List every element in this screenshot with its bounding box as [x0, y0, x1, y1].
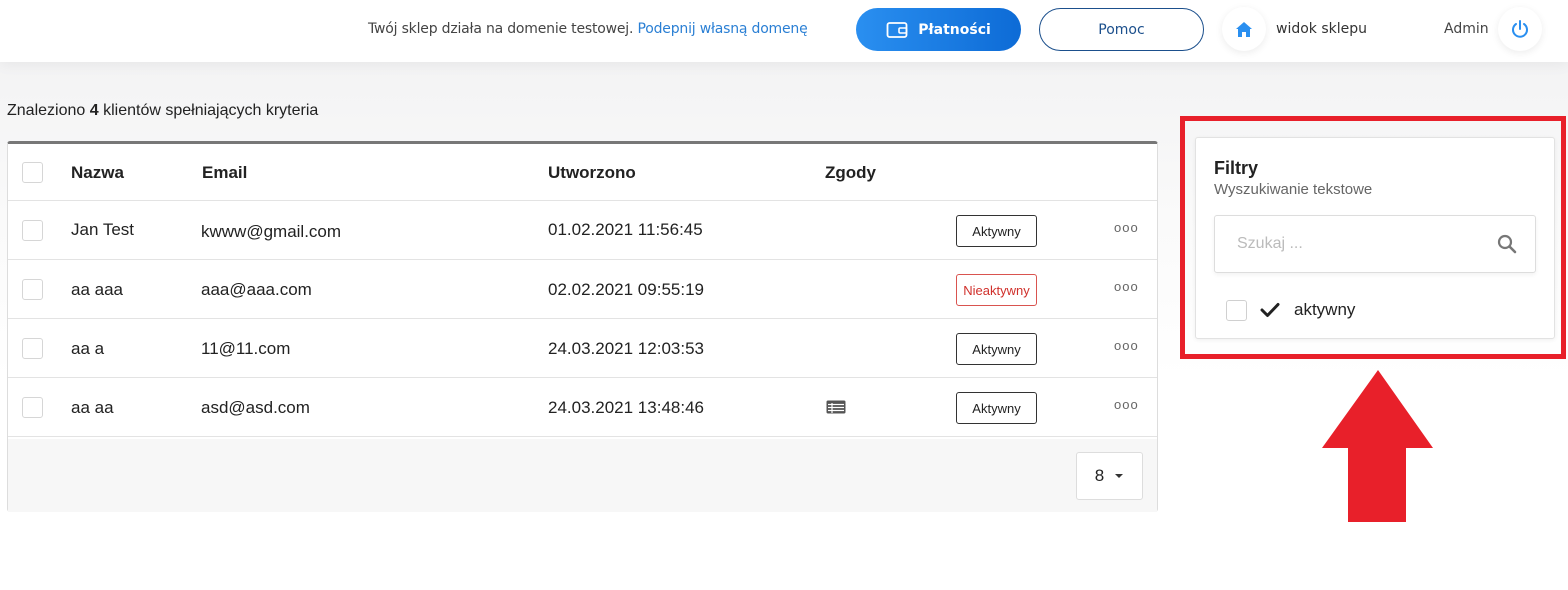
header-email[interactable]: Email	[202, 163, 247, 183]
client-created: 24.03.2021 13:48:46	[548, 398, 704, 417]
client-email: 11@11.com	[201, 339, 291, 358]
filter-active-label: aktywny	[1294, 300, 1356, 319]
row-menu-button[interactable]: ooo	[1114, 397, 1139, 412]
status-badge: Nieaktywny	[956, 274, 1037, 306]
filter-active-checkbox[interactable]	[1226, 299, 1247, 321]
results-number: 4	[89, 102, 99, 119]
filters-subtitle: Wyszukiwanie tekstowe	[1214, 181, 1373, 198]
clients-table: Nazwa Email Utworzono Zgody Jan Test kww…	[7, 141, 1158, 512]
consent-list-icon[interactable]	[826, 400, 846, 414]
domain-notice-text: Twój sklep działa na domenie testowej.	[368, 21, 634, 37]
power-icon	[1512, 20, 1528, 38]
results-count: Znaleziono 4 klientów spełniających kryt…	[7, 102, 318, 120]
status-badge: Aktywny	[956, 215, 1037, 247]
admin-label: Admin	[1444, 21, 1489, 37]
check-icon	[1260, 303, 1280, 317]
table-row[interactable]: aa a 11@11.com 24.03.2021 12:03:53 Aktyw…	[8, 319, 1157, 378]
filters-panel: Filtry Wyszukiwanie tekstowe aktywny	[1195, 137, 1555, 339]
row-menu-button[interactable]: ooo	[1114, 338, 1139, 353]
top-bar: Twój sklep działa na domenie testowej. P…	[0, 0, 1568, 62]
row-checkbox[interactable]	[22, 220, 43, 241]
header-consents[interactable]: Zgody	[825, 163, 876, 183]
caret-down-icon	[1115, 474, 1124, 478]
results-suffix: klientów spełniających kryteria	[103, 102, 319, 119]
up-arrow-annotation	[1322, 370, 1433, 522]
table-row[interactable]: aa aa asd@asd.com 24.03.2021 13:48:46 Ak…	[8, 378, 1157, 437]
header-name[interactable]: Nazwa	[71, 163, 124, 183]
search-icon[interactable]	[1497, 234, 1517, 254]
row-checkbox[interactable]	[22, 338, 43, 359]
client-email: asd@asd.com	[201, 398, 310, 417]
domain-notice: Twój sklep działa na domenie testowej. P…	[368, 21, 808, 37]
client-name: aa a	[71, 339, 105, 358]
client-email: aaa@aaa.com	[201, 280, 312, 299]
payments-button[interactable]: Płatności	[856, 8, 1021, 51]
client-name: Jan Test	[71, 220, 135, 239]
client-created: 02.02.2021 09:55:19	[548, 280, 704, 299]
select-all-checkbox[interactable]	[22, 162, 43, 183]
results-prefix: Znaleziono	[7, 102, 86, 119]
client-created: 01.02.2021 11:56:45	[548, 220, 703, 239]
shop-view-button[interactable]	[1222, 7, 1266, 51]
row-checkbox[interactable]	[22, 279, 43, 300]
table-row[interactable]: Jan Test kwww@gmail.com 01.02.2021 11:56…	[8, 201, 1157, 260]
connect-domain-link[interactable]: Podepnij własną domenę	[638, 21, 808, 37]
client-created: 24.03.2021 12:03:53	[548, 339, 704, 358]
search-input[interactable]	[1215, 216, 1485, 272]
table-footer: 8	[8, 439, 1157, 512]
row-menu-button[interactable]: ooo	[1114, 279, 1139, 294]
row-menu-button[interactable]: ooo	[1114, 220, 1139, 235]
shop-view-link[interactable]: widok sklepu	[1276, 21, 1367, 37]
page-size-value: 8	[1094, 466, 1105, 485]
filters-title: Filtry	[1214, 158, 1259, 178]
row-checkbox[interactable]	[22, 397, 43, 418]
client-email: kwww@gmail.com	[201, 222, 342, 241]
table-row[interactable]: aa aaa aaa@aaa.com 02.02.2021 09:55:19 N…	[8, 260, 1157, 319]
filter-active-option[interactable]: aktywny	[1226, 298, 1355, 322]
payments-label: Płatności	[918, 21, 991, 38]
wallet-icon	[886, 21, 908, 38]
client-name: aa aa	[71, 398, 114, 417]
page-size-select[interactable]: 8	[1076, 452, 1143, 500]
status-badge: Aktywny	[956, 333, 1037, 365]
status-badge: Aktywny	[956, 392, 1037, 424]
logout-button[interactable]	[1498, 7, 1542, 51]
client-name: aa aaa	[71, 280, 123, 299]
header-created[interactable]: Utworzono	[548, 163, 636, 183]
table-header: Nazwa Email Utworzono Zgody	[8, 144, 1157, 201]
home-icon	[1236, 21, 1252, 37]
help-label: Pomoc	[1098, 21, 1145, 38]
help-button[interactable]: Pomoc	[1039, 8, 1204, 51]
search-box	[1214, 215, 1536, 273]
